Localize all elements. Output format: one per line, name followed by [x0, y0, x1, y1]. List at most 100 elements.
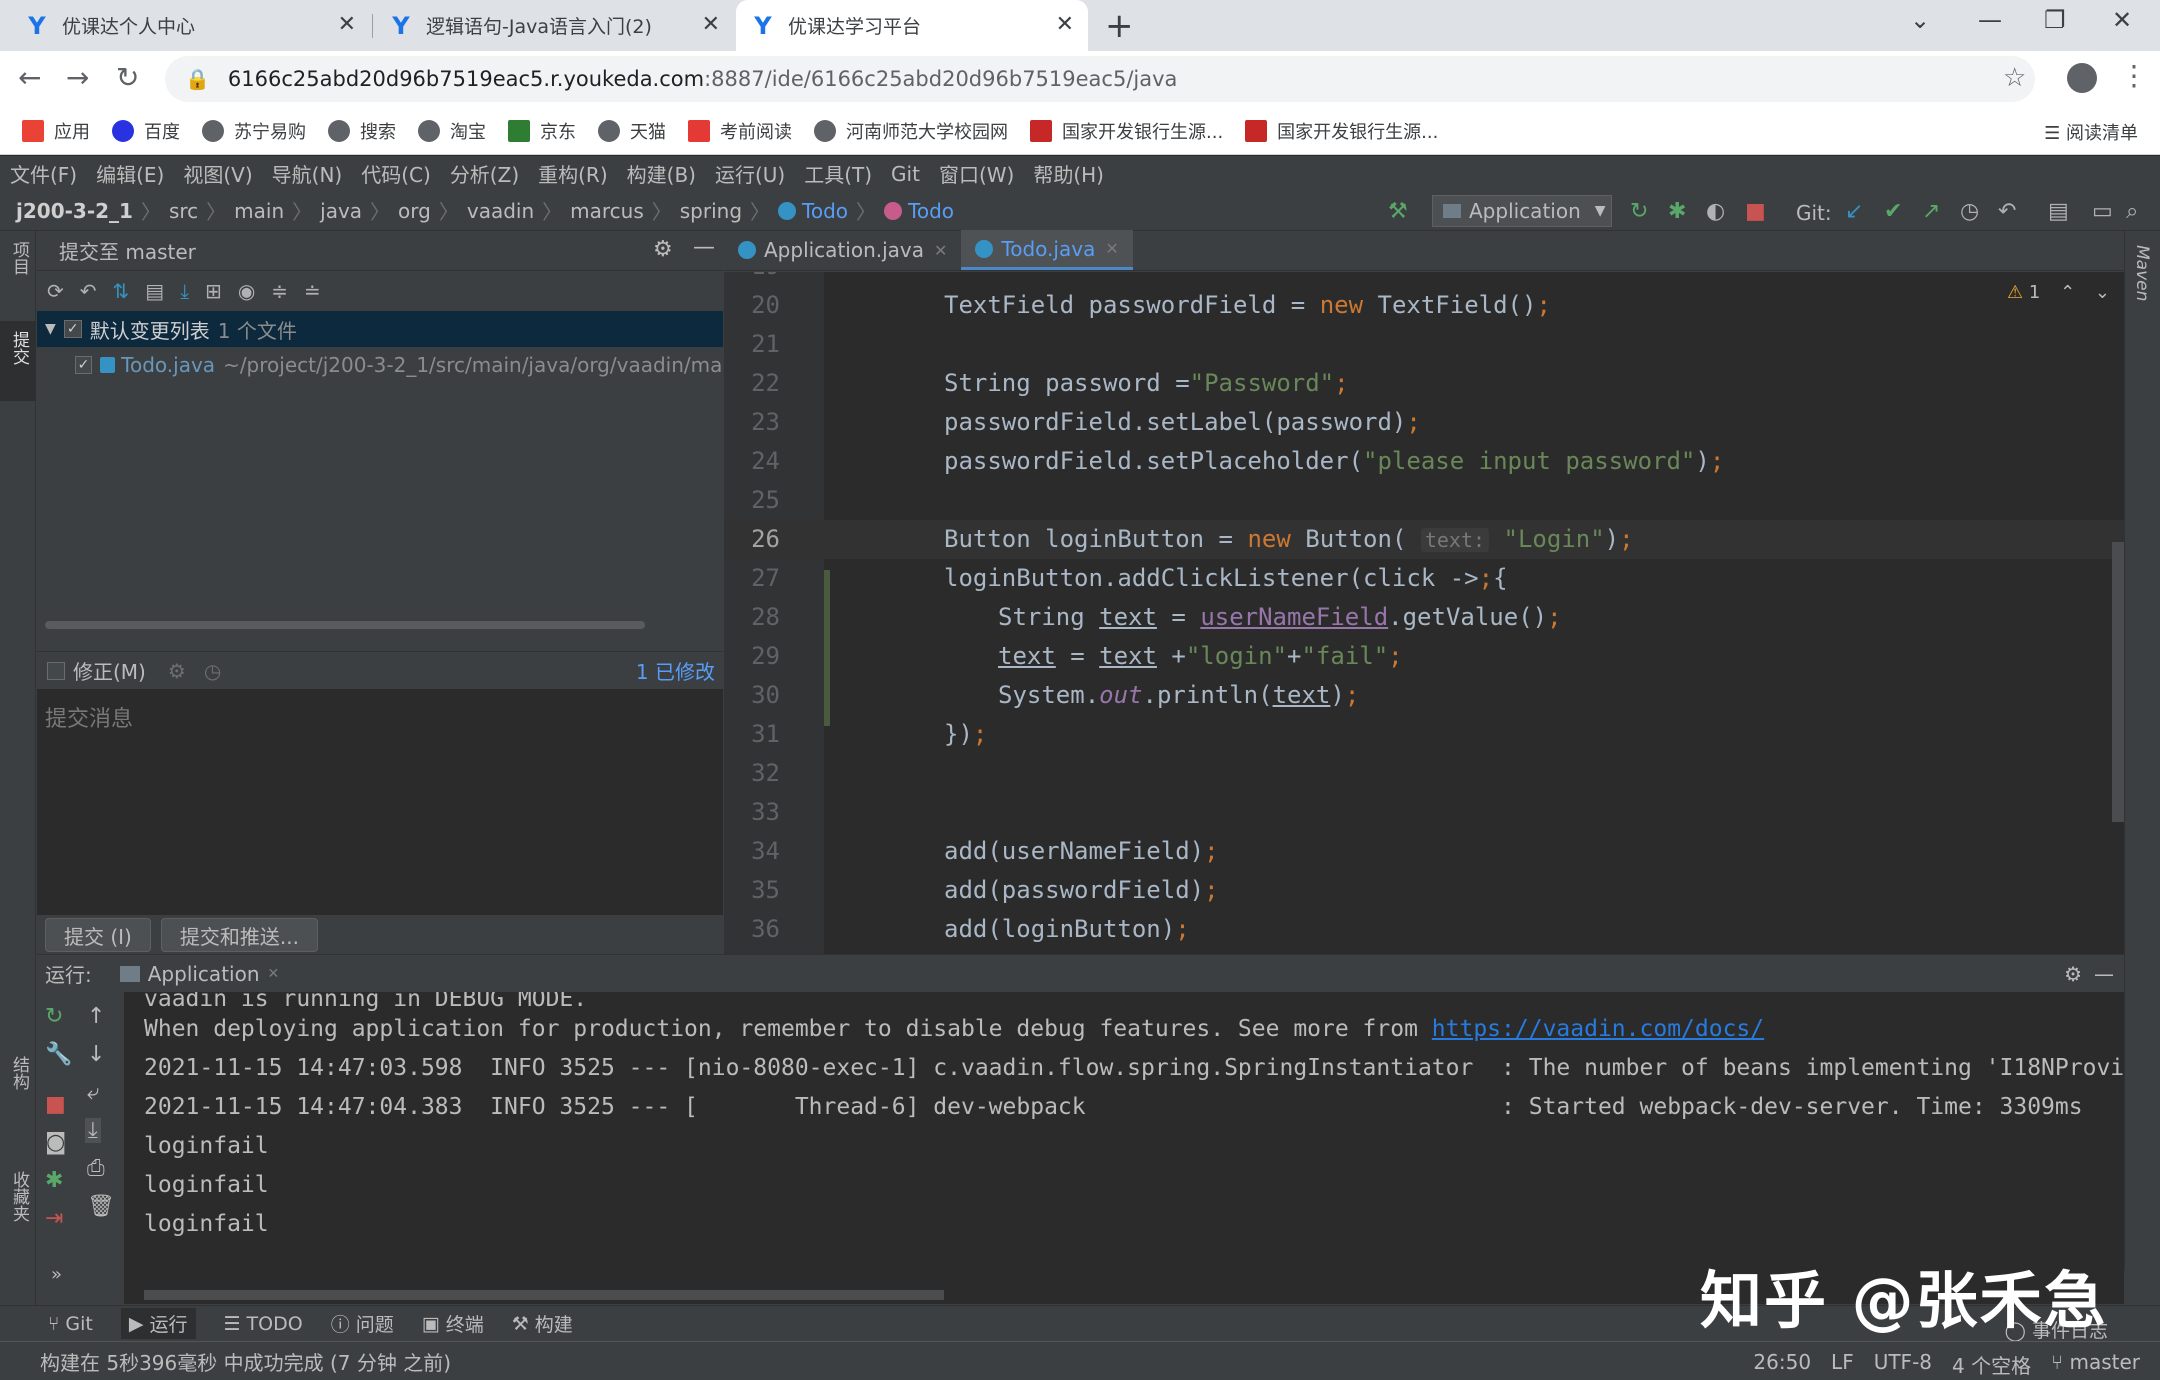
git-rollback-icon[interactable]: ↶: [1998, 199, 2016, 224]
changed-file-row[interactable]: ✓ Todo.java ~/project/j200-3-2_1/src/mai…: [37, 347, 723, 383]
changelist-row[interactable]: ▼ ✓ 默认变更列表 1 个文件: [37, 311, 723, 347]
crumb-main[interactable]: main: [234, 199, 284, 223]
clock-icon[interactable]: ◷: [204, 659, 221, 683]
code-line[interactable]: 23 passwordField.setLabel(password);: [724, 403, 2124, 442]
eye-icon[interactable]: ◉: [238, 279, 255, 303]
profile-avatar[interactable]: [2067, 63, 2097, 93]
window-close-icon[interactable]: ✕: [2112, 6, 2132, 34]
menu-build[interactable]: 构建(B): [627, 159, 696, 188]
crumb-marcus[interactable]: marcus: [570, 199, 644, 223]
code-line[interactable]: 26 Button loginButton = new Button( text:…: [724, 520, 2124, 559]
shelve-icon[interactable]: ⤓: [180, 279, 189, 303]
code-line[interactable]: 27 loginButton.addClickListener(click ->;…: [724, 559, 2124, 598]
caret-position[interactable]: 26:50: [1753, 1350, 1811, 1379]
line-separator[interactable]: LF: [1831, 1350, 1854, 1379]
project-structure-icon[interactable]: ▤: [2048, 199, 2069, 224]
gear-icon[interactable]: ⚙: [2064, 962, 2082, 986]
rerun-icon[interactable]: ↻: [45, 1004, 63, 1029]
bookmark-cdb-1[interactable]: 国家开发银行生源...: [1030, 118, 1223, 144]
minimize-icon[interactable]: —: [1978, 6, 2002, 34]
tool-tab-run[interactable]: ▶ 运行: [120, 1308, 196, 1339]
browser-tab-personal-center[interactable]: Y 优课达个人中心 ✕: [10, 0, 370, 51]
print-icon[interactable]: ⎙: [87, 1156, 105, 1181]
bookmark-taobao[interactable]: 淘宝: [418, 118, 486, 144]
run-config-select[interactable]: Application ▼: [1432, 195, 1612, 227]
build-hammer-icon[interactable]: ⚒: [1388, 199, 1408, 224]
git-history-icon[interactable]: ◷: [1960, 199, 1979, 224]
expand-all-icon[interactable]: ≑: [271, 279, 288, 303]
code-line[interactable]: 34 add(userNameField);: [724, 832, 2124, 871]
scroll-end-icon[interactable]: ⤓: [85, 1118, 101, 1143]
close-icon[interactable]: ✕: [338, 12, 356, 37]
menu-code[interactable]: 代码(C): [361, 159, 431, 188]
rollback-icon[interactable]: ↶: [80, 279, 97, 303]
menu-file[interactable]: 文件(F): [10, 159, 77, 188]
exit-icon[interactable]: ⇥: [45, 1206, 63, 1231]
crumb-project[interactable]: j200-3-2_1: [16, 199, 133, 223]
chevron-down-icon[interactable]: ▼: [45, 321, 56, 337]
search-icon[interactable]: ⌕: [2126, 199, 2138, 224]
bookmark-apps[interactable]: 应用: [22, 118, 90, 144]
more-icon[interactable]: »: [51, 1264, 62, 1285]
tool-tab-terminal[interactable]: ▣ 终端: [422, 1310, 484, 1337]
crumb-class[interactable]: Todo: [802, 199, 848, 223]
tab-application-java[interactable]: Application.java ✕: [724, 230, 961, 270]
menu-navigate[interactable]: 导航(N): [272, 159, 343, 188]
tool-tab-build[interactable]: ⚒ 构建: [512, 1310, 573, 1337]
menu-window[interactable]: 窗口(W): [939, 159, 1014, 188]
stop-icon[interactable]: ■: [45, 1092, 66, 1117]
code-line[interactable]: 25: [724, 481, 2124, 520]
file-encoding[interactable]: UTF-8: [1874, 1350, 1932, 1379]
collapse-all-icon[interactable]: ≐: [304, 279, 321, 303]
docs-link[interactable]: https://vaadin.com/docs/: [1432, 1016, 1764, 1042]
close-icon[interactable]: ✕: [934, 241, 947, 260]
chevron-down-icon[interactable]: ⌄: [2095, 282, 2110, 303]
bookmark-star-icon[interactable]: ☆: [2003, 63, 2026, 93]
code-line[interactable]: 24 passwordField.setPlaceholder("please i…: [724, 442, 2124, 481]
hide-icon[interactable]: —: [2094, 962, 2114, 986]
code-editor[interactable]: 19 20 TextField passwordField = new TextFi…: [724, 272, 2124, 954]
indent-setting[interactable]: 4 个空格: [1952, 1350, 2031, 1379]
bookmark-jd[interactable]: 京东: [508, 118, 576, 144]
chevron-up-icon[interactable]: ⌃: [2060, 282, 2075, 303]
bookmark-cdb-2[interactable]: 国家开发银行生源...: [1245, 118, 1438, 144]
forward-icon[interactable]: →: [66, 61, 89, 94]
tool-favorites[interactable]: 收藏夹: [7, 1171, 32, 1222]
tool-project[interactable]: 项目: [7, 241, 32, 275]
address-bar[interactable]: 🔒 6166c25abd20d96b7519eac5.r.youkeda.com…: [165, 56, 2035, 102]
vertical-scrollbar[interactable]: [2112, 542, 2124, 822]
coverage-icon[interactable]: ◐: [1706, 199, 1725, 224]
code-line[interactable]: 22 String password ="Password";: [724, 364, 2124, 403]
git-branch[interactable]: ⑂ master: [2051, 1350, 2140, 1379]
warning-indicator[interactable]: ⚠ 1 ⌃ ⌄: [2007, 282, 2110, 303]
menu-refactor[interactable]: 重构(R): [538, 159, 608, 188]
crumb-spring[interactable]: spring: [680, 199, 742, 223]
commit-and-push-button[interactable]: 提交和推送...: [160, 918, 318, 952]
gear-icon[interactable]: ⚙: [653, 237, 673, 262]
menu-run[interactable]: 运行(U): [715, 159, 785, 188]
tool-tab-git[interactable]: ⑂ Git: [48, 1313, 93, 1335]
code-line[interactable]: 28 String text = userNameField.getValue()…: [724, 598, 2124, 637]
tool-maven[interactable]: Maven: [2132, 245, 2152, 301]
up-arrow-icon[interactable]: ↑: [87, 1004, 105, 1029]
group-by-icon[interactable]: ⊞: [205, 279, 222, 303]
restore-icon[interactable]: ❐: [2044, 6, 2066, 34]
horizontal-scrollbar[interactable]: [45, 621, 645, 629]
presentation-icon[interactable]: ▭: [2092, 199, 2113, 224]
code-line[interactable]: 29 text = text +"login"+"fail";: [724, 637, 2124, 676]
code-line[interactable]: 21: [724, 325, 2124, 364]
crumb-org[interactable]: org: [398, 199, 431, 223]
reading-list[interactable]: ☰ 阅读清单: [2044, 119, 2138, 145]
tool-tab-problems[interactable]: ⓘ 问题: [331, 1310, 394, 1337]
crumb-vaadin[interactable]: vaadin: [467, 199, 534, 223]
code-line[interactable]: 35 add(passwordField);: [724, 871, 2124, 910]
menu-help[interactable]: 帮助(H): [1033, 159, 1104, 188]
wrench-icon[interactable]: 🔧: [45, 1042, 72, 1067]
code-line[interactable]: 33: [724, 793, 2124, 832]
hide-icon[interactable]: —: [693, 235, 715, 260]
reload-icon[interactable]: ↻: [116, 61, 139, 94]
bookmark-search[interactable]: 搜索: [328, 118, 396, 144]
rerun-icon[interactable]: ↻: [1630, 199, 1648, 224]
tool-tab-todo[interactable]: ☰ TODO: [224, 1313, 303, 1335]
menu-tools[interactable]: 工具(T): [804, 159, 872, 188]
